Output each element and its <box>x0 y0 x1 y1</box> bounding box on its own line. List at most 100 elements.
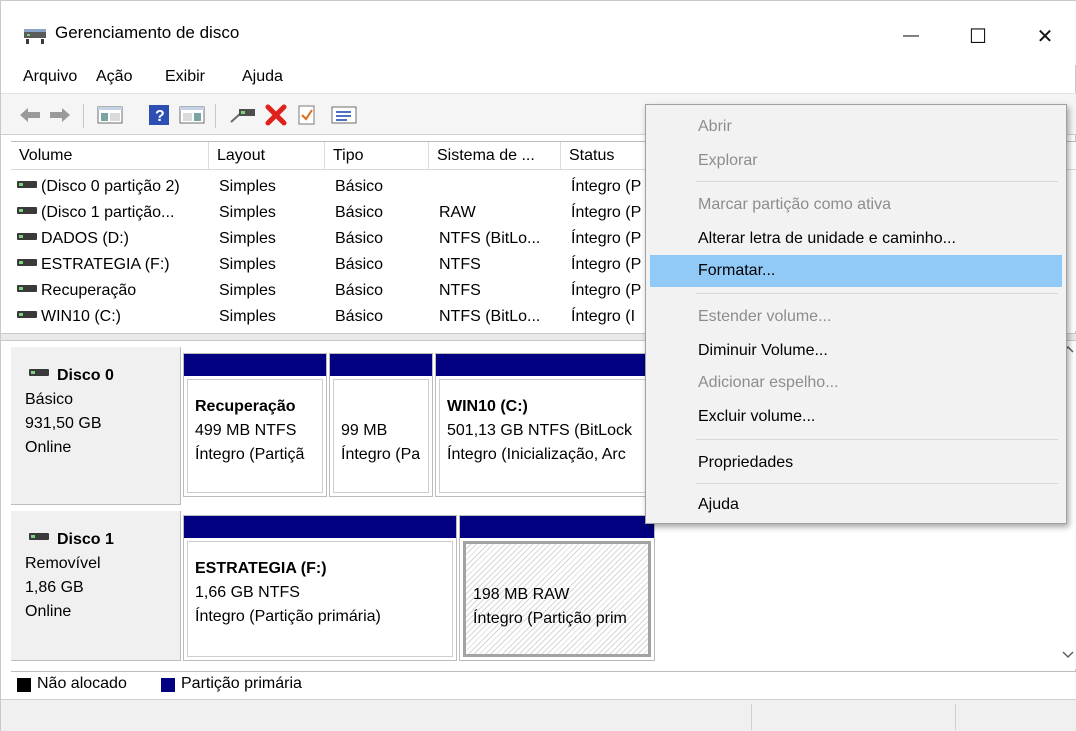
volume-drive-icon <box>17 233 37 241</box>
partition-body: 198 MB RAW Íntegro (Partição prim <box>463 541 651 657</box>
partition-efi[interactable]: 99 MB Íntegro (Pa <box>329 353 433 497</box>
layout-cell: Simples <box>219 256 276 273</box>
disk-management-icon <box>23 25 47 45</box>
partition-estrategia[interactable]: ESTRATEGIA (F:) 1,66 GB NTFS Íntegro (Pa… <box>183 515 457 661</box>
close-button[interactable]: ✕ <box>1012 11 1076 61</box>
status-cell: Íntegro (P <box>571 204 642 221</box>
console-tree-icon[interactable] <box>97 104 123 126</box>
volume-drive-icon <box>17 285 37 293</box>
partition-body: ESTRATEGIA (F:) 1,66 GB NTFS Íntegro (Pa… <box>187 541 453 657</box>
partition-raw-selected[interactable]: 198 MB RAW Íntegro (Partição prim <box>459 515 655 661</box>
primary-partition-swatch <box>161 678 175 692</box>
disk-1-label[interactable]: Disco 1 Removível 1,86 GB Online <box>11 511 181 661</box>
volume-drive-icon <box>17 259 37 267</box>
partition-recuperacao[interactable]: Recuperação 499 MB NTFS Íntegro (Partiçã <box>183 353 327 497</box>
list-icon[interactable] <box>331 104 357 126</box>
col-header-volume[interactable]: Volume <box>11 142 209 170</box>
partition-title: ESTRATEGIA (F:) <box>195 560 327 577</box>
col-header-layout[interactable]: Layout <box>209 142 325 170</box>
status-cell: Íntegro (I <box>571 308 636 325</box>
menu-item-abrir[interactable]: Abrir <box>650 111 1062 143</box>
back-arrow-icon[interactable] <box>19 104 41 126</box>
volume-name-cell: Recuperação <box>17 278 209 304</box>
scroll-down-icon[interactable] <box>1062 647 1074 665</box>
partition-title: Recuperação <box>195 398 296 415</box>
menu-item-explorar[interactable]: Explorar <box>650 145 1062 177</box>
toolbar-separator <box>215 104 216 128</box>
partition-size: 499 MB NTFS <box>195 422 297 439</box>
forward-arrow-icon[interactable] <box>49 104 71 126</box>
partition-body: 99 MB Íntegro (Pa <box>333 379 429 493</box>
partition-win10[interactable]: WIN10 (C:) 501,13 GB NTFS (BitLock Ínteg… <box>435 353 655 497</box>
disk-management-window: Gerenciamento de disco — ☐ ✕ Arquivo Açã… <box>0 0 1076 731</box>
maximize-button[interactable]: ☐ <box>945 11 1011 61</box>
status-cell: Íntegro (P <box>571 282 642 299</box>
menu-item-propriedades[interactable]: Propriedades <box>650 447 1062 479</box>
filesystem-cell: NTFS <box>439 282 481 299</box>
menu-ajuda[interactable]: Ajuda <box>242 68 283 86</box>
col-header-tipo[interactable]: Tipo <box>325 142 429 170</box>
properties-panel-icon[interactable] <box>179 104 205 126</box>
delete-icon[interactable] <box>265 104 287 126</box>
table-row[interactable]: DADOS (D:) Simples Básico NTFS (BitLo...… <box>11 226 671 252</box>
menu-item-adicionar-espelho[interactable]: Adicionar espelho... <box>650 367 1062 399</box>
legend: Não alocado Partição primária <box>11 671 1076 699</box>
volume-name-cell: WIN10 (C:) <box>17 304 209 330</box>
disk-0-state: Online <box>25 439 72 456</box>
menu-arquivo[interactable]: Arquivo <box>23 68 77 86</box>
status-cell: Íntegro (P <box>571 230 642 247</box>
menu-item-formatar[interactable]: Formatar... <box>650 255 1062 287</box>
partition-status: Íntegro (Partição prim <box>473 610 627 627</box>
partition-size: 1,66 GB NTFS <box>195 584 300 601</box>
layout-cell: Simples <box>219 204 276 221</box>
connect-icon[interactable] <box>229 104 257 126</box>
menu-item-marcar-ativa[interactable]: Marcar partição como ativa <box>650 189 1062 221</box>
menu-item-diminuir[interactable]: Diminuir Volume... <box>650 335 1062 367</box>
legend-unallocated: Não alocado <box>37 675 127 692</box>
partition-status: Íntegro (Inicialização, Arc <box>447 446 626 463</box>
col-header-sistema[interactable]: Sistema de ... <box>429 142 561 170</box>
volume-drive-icon <box>17 181 37 189</box>
menu-item-estender[interactable]: Estender volume... <box>650 301 1062 333</box>
volume-name-cell: (Disco 0 partição 2) <box>17 174 209 200</box>
disk-1-type: Removível <box>25 555 101 572</box>
filesystem-cell: NTFS (BitLo... <box>439 308 541 325</box>
partition-status: Íntegro (Partição primária) <box>195 608 381 625</box>
status-cell: Íntegro (P <box>571 256 642 273</box>
title-bar: Gerenciamento de disco — ☐ ✕ <box>1 1 1076 65</box>
maximize-icon: ☐ <box>969 25 987 48</box>
filesystem-cell <box>439 174 557 200</box>
menu-acao[interactable]: Ação <box>96 68 132 86</box>
partition-type-bar <box>184 516 456 538</box>
menu-item-excluir[interactable]: Excluir volume... <box>650 401 1062 433</box>
status-cell: Íntegro (P <box>571 178 642 195</box>
partition-type-bar <box>436 354 654 376</box>
partition-status: Íntegro (Partiçã <box>195 446 305 463</box>
table-row[interactable]: WIN10 (C:) Simples Básico NTFS (BitLo...… <box>11 304 671 330</box>
table-row[interactable]: (Disco 0 partição 2) Simples Básico Ínte… <box>11 174 671 200</box>
table-row[interactable]: ESTRATEGIA (F:) Simples Básico NTFS Ínte… <box>11 252 671 278</box>
disk-0-label[interactable]: Disco 0 Básico 931,50 GB Online <box>11 347 181 505</box>
check-icon[interactable] <box>297 104 317 126</box>
filesystem-cell: NTFS (BitLo... <box>439 230 541 247</box>
minimize-button[interactable]: — <box>878 11 944 61</box>
tipo-cell: Básico <box>335 204 384 221</box>
partition-size: 99 MB <box>341 422 388 439</box>
partition-title: WIN10 (C:) <box>447 398 528 415</box>
partition-size: 198 MB RAW <box>473 586 570 603</box>
partition-body: WIN10 (C:) 501,13 GB NTFS (BitLock Ínteg… <box>439 379 651 493</box>
table-row[interactable]: Recuperação Simples Básico NTFS Íntegro … <box>11 278 671 304</box>
table-row[interactable]: (Disco 1 partição... Simples Básico RAW … <box>11 200 671 226</box>
disk-0-size: 931,50 GB <box>25 415 102 432</box>
menu-exibir[interactable]: Exibir <box>165 68 205 86</box>
menu-item-alterar-letra[interactable]: Alterar letra de unidade e caminho... <box>650 223 1062 255</box>
help-icon[interactable]: ? <box>147 104 171 126</box>
partition-body: Recuperação 499 MB NTFS Íntegro (Partiçã <box>187 379 323 493</box>
status-separator <box>955 704 956 730</box>
partition-type-bar <box>330 354 432 376</box>
tipo-cell: Básico <box>335 282 384 299</box>
menu-item-ajuda[interactable]: Ajuda <box>650 489 1062 521</box>
filesystem-cell: NTFS <box>439 256 481 273</box>
menu-separator <box>696 439 1058 440</box>
menu-separator <box>696 483 1058 484</box>
